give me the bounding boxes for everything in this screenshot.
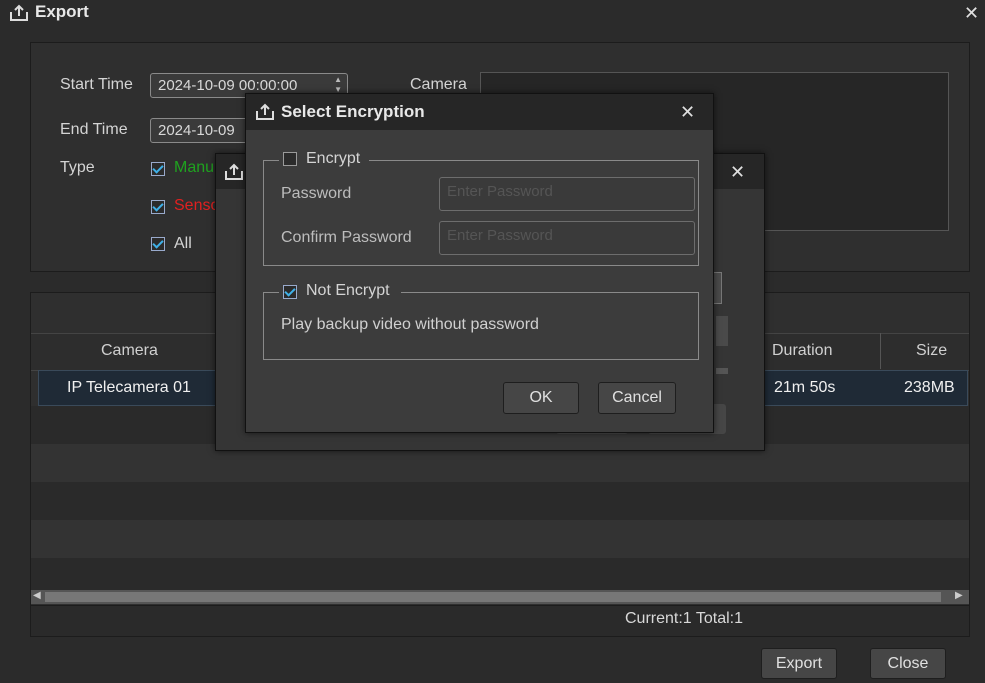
type-manual-label: Manu	[174, 159, 215, 176]
row-duration: 21m 50s	[774, 379, 836, 396]
pagination-text: Current:1 Total:1	[625, 610, 743, 627]
table-row-empty	[31, 558, 969, 590]
not-encrypt-label: Not Encrypt	[306, 282, 390, 299]
password-label: Password	[281, 185, 352, 202]
encryption-dialog: Select Encryption ✕ Encrypt Password Ent…	[245, 93, 714, 433]
password-placeholder: Enter Password	[447, 183, 553, 200]
horizontal-scrollbar[interactable]: ◀ ▶	[31, 590, 969, 604]
export-icon	[225, 163, 243, 180]
not-encrypt-description: Play backup video without password	[281, 316, 539, 333]
type-sensor-checkbox[interactable]	[151, 200, 165, 214]
encryption-dialog-title: Select Encryption	[281, 102, 425, 121]
window-title: Export	[35, 2, 89, 21]
type-sensor-label: Senso	[174, 197, 220, 214]
row-camera: IP Telecamera 01	[67, 379, 191, 396]
close-button[interactable]: Close	[870, 648, 946, 679]
scroll-left-icon[interactable]: ◀	[33, 590, 41, 601]
close-icon[interactable]: ✕	[680, 103, 695, 121]
hidden-slider	[716, 368, 728, 374]
ok-button[interactable]: OK	[503, 382, 579, 414]
cancel-button[interactable]: Cancel	[598, 382, 676, 414]
row-size: 238MB	[904, 379, 955, 396]
scroll-right-icon[interactable]: ▶	[955, 590, 963, 601]
column-size[interactable]: Size	[916, 342, 947, 360]
spinner-icon[interactable]: ▲ ▼	[334, 75, 342, 95]
start-time-value: 2024-10-09 00:00:00	[158, 77, 298, 94]
column-duration[interactable]: Duration	[772, 342, 832, 360]
encrypt-checkbox[interactable]	[283, 152, 297, 166]
password-input[interactable]: Enter Password	[439, 177, 695, 211]
hidden-button	[716, 316, 728, 346]
end-time-field[interactable]: 2024-10-09	[150, 118, 260, 143]
close-icon[interactable]: ✕	[730, 163, 745, 181]
type-all-checkbox[interactable]	[151, 237, 165, 251]
window-titlebar: Export ✕	[0, 0, 985, 30]
table-row-empty	[31, 520, 969, 558]
not-encrypt-checkbox[interactable]	[283, 285, 297, 299]
column-camera[interactable]: Camera	[101, 342, 158, 360]
confirm-password-label: Confirm Password	[281, 229, 412, 246]
encrypt-label: Encrypt	[306, 150, 361, 167]
end-time-label: End Time	[60, 121, 128, 138]
table-row-empty	[31, 482, 969, 520]
start-time-label: Start Time	[60, 76, 133, 93]
type-manual-checkbox[interactable]	[151, 162, 165, 176]
type-all-label: All	[174, 235, 192, 252]
close-icon[interactable]: ✕	[964, 4, 979, 22]
camera-label: Camera	[410, 76, 467, 93]
confirm-password-placeholder: Enter Password	[447, 227, 553, 244]
column-divider	[880, 333, 881, 369]
export-icon	[256, 103, 274, 120]
type-label: Type	[60, 159, 95, 176]
export-button[interactable]: Export	[761, 648, 837, 679]
pagination-bar	[30, 605, 970, 637]
end-time-value: 2024-10-09	[158, 122, 235, 139]
export-icon	[10, 4, 28, 21]
confirm-password-input[interactable]: Enter Password	[439, 221, 695, 255]
scrollbar-thumb[interactable]	[45, 592, 941, 602]
